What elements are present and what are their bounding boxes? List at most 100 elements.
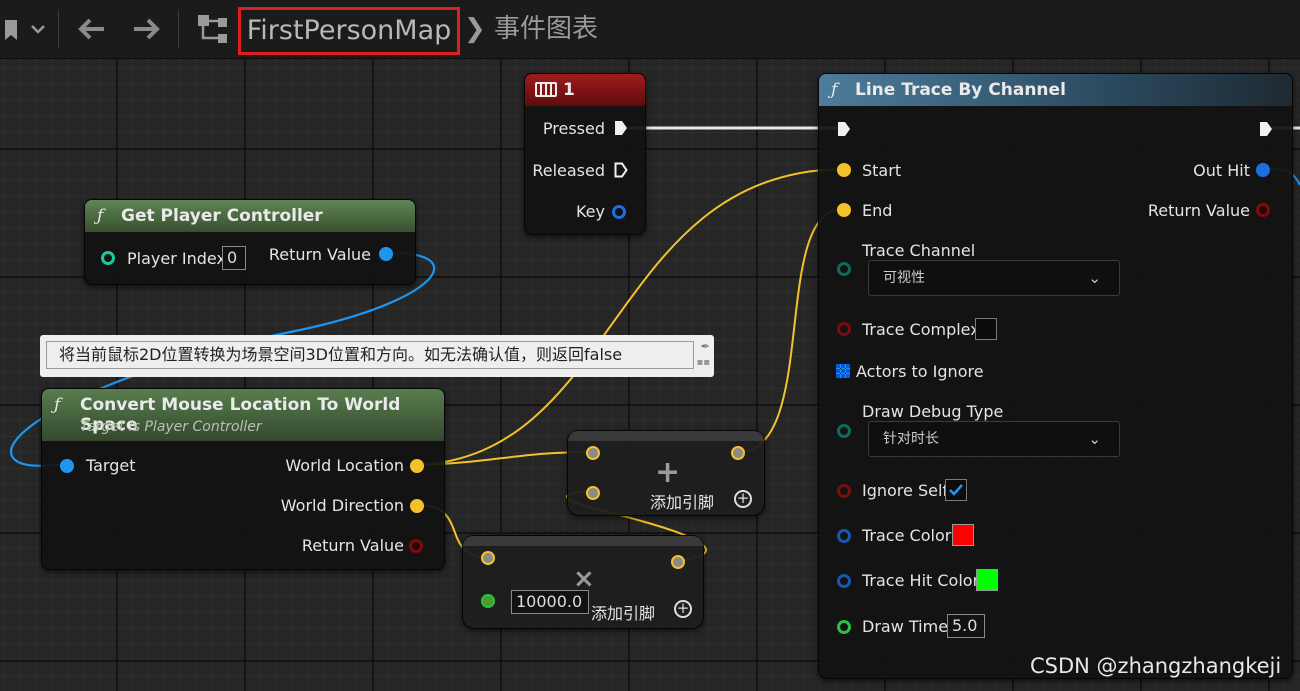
- released-exec-pin[interactable]: [614, 162, 628, 178]
- add-pin-plus-icon[interactable]: +: [734, 490, 752, 508]
- watermark: CSDN @zhangzhangkeji: [1030, 654, 1282, 678]
- hierarchy-icon[interactable]: [196, 0, 232, 79]
- pin-label-draw-debug-type: Draw Debug Type: [862, 402, 1004, 421]
- back-arrow-icon[interactable]: [74, 0, 108, 79]
- pin-icon[interactable]: ✒: [701, 340, 710, 353]
- draw-debug-type-dropdown[interactable]: 针对时长 ⌄: [868, 421, 1120, 457]
- tooltip-text: 将当前鼠标2D位置转换为场景空间3D位置和方向。如无法确认值，则返回false: [46, 341, 694, 369]
- ignore-self-pin[interactable]: [837, 484, 851, 498]
- forward-arrow-icon[interactable]: [130, 0, 164, 79]
- pin-label-key: Key: [575, 202, 605, 221]
- multiply-vector-node[interactable]: × 10000.0 添加引脚 +: [462, 535, 704, 629]
- pin-label-return-value: Return Value: [301, 536, 404, 555]
- add-pin-label[interactable]: 添加引脚: [650, 489, 714, 513]
- pin-label-end: End: [862, 201, 893, 220]
- keyboard-icon: [535, 82, 557, 97]
- key-output-pin[interactable]: [612, 205, 626, 219]
- convert-mouse-location-subtitle: Target is Player Controller: [80, 419, 262, 435]
- world-location-output-pin[interactable]: [410, 459, 424, 473]
- player-index-pin[interactable]: [101, 251, 115, 265]
- toolbar-divider: [178, 10, 179, 48]
- array-grid-icon: [836, 364, 850, 378]
- function-tooltip: 将当前鼠标2D位置转换为场景空间3D位置和方向。如无法确认值，则返回false …: [40, 335, 714, 377]
- checkmark-icon: [949, 484, 963, 496]
- breadcrumb-first-person-map[interactable]: FirstPersonMap: [238, 7, 460, 55]
- convert-mouse-location-node[interactable]: ƒ Convert Mouse Location To World Space …: [41, 388, 445, 570]
- chevron-down-icon: ⌄: [1088, 430, 1101, 448]
- pin-label-trace-complex: Trace Complex: [862, 320, 980, 339]
- add-operator-icon: +: [655, 455, 681, 490]
- pin-label-trace-color: Trace Color: [862, 526, 952, 545]
- trace-channel-pin[interactable]: [837, 262, 851, 276]
- add-output-pin[interactable]: [731, 446, 745, 460]
- breadcrumb-event-graph[interactable]: 事件图表: [494, 0, 598, 58]
- multiply-value-input[interactable]: 10000.0: [511, 590, 589, 614]
- return-value-output-pin[interactable]: [1256, 203, 1270, 217]
- draw-time-pin[interactable]: [837, 620, 851, 634]
- pin-label-pressed: Pressed: [542, 119, 605, 138]
- pin-label-return-value: Return Value: [268, 245, 371, 264]
- draw-debug-type-pin[interactable]: [837, 424, 851, 438]
- out-hit-output-pin[interactable]: [1256, 163, 1270, 177]
- multiply-input-a-pin[interactable]: [481, 551, 495, 565]
- end-input-pin[interactable]: [837, 203, 851, 217]
- target-input-pin[interactable]: [60, 459, 74, 473]
- add-input-a-pin[interactable]: [586, 446, 600, 460]
- more-icon[interactable]: ▪▪: [696, 357, 710, 368]
- breadcrumb-separator-icon: ❯: [464, 14, 486, 44]
- function-icon: ƒ: [831, 80, 838, 100]
- player-index-input[interactable]: 0: [222, 246, 246, 270]
- pin-label-actors-to-ignore: Actors to Ignore: [856, 362, 984, 381]
- pin-label-out-hit: Out Hit: [1193, 161, 1250, 180]
- draw-debug-type-value: 针对时长: [883, 431, 939, 447]
- line-trace-header: ƒ Line Trace By Channel: [819, 74, 1292, 106]
- trace-hit-color-swatch[interactable]: [976, 569, 998, 591]
- get-player-controller-header: ƒ Get Player Controller: [85, 200, 415, 232]
- ignore-self-checkbox[interactable]: [945, 479, 967, 501]
- trace-color-pin[interactable]: [837, 529, 851, 543]
- exec-input-pin[interactable]: [837, 121, 851, 137]
- trace-hit-color-pin[interactable]: [837, 574, 851, 588]
- get-player-controller-title: Get Player Controller: [121, 206, 323, 226]
- pin-label-draw-time: Draw Time: [862, 617, 949, 636]
- key-event-header: 1: [525, 74, 645, 106]
- convert-mouse-location-header: ƒ Convert Mouse Location To World Space …: [42, 389, 444, 441]
- function-icon: ƒ: [54, 395, 61, 415]
- get-player-controller-node[interactable]: ƒ Get Player Controller Player Index 0 R…: [84, 199, 416, 285]
- multiply-add-pin-label[interactable]: 添加引脚: [591, 600, 655, 624]
- player-controller-output-pin[interactable]: [379, 247, 393, 261]
- trace-color-swatch[interactable]: [952, 524, 974, 546]
- pin-label-released: Released: [532, 161, 605, 180]
- exec-output-pin[interactable]: [1259, 121, 1273, 137]
- trace-complex-checkbox[interactable]: [975, 318, 997, 340]
- chevron-down-icon[interactable]: [28, 0, 48, 79]
- trace-complex-pin[interactable]: [837, 322, 851, 336]
- function-icon: ƒ: [97, 206, 104, 226]
- key-event-title: 1: [563, 80, 575, 100]
- add-input-b-pin[interactable]: [586, 486, 600, 500]
- line-trace-title: Line Trace By Channel: [855, 80, 1066, 100]
- draw-time-input[interactable]: 5.0: [947, 614, 985, 638]
- world-direction-output-pin[interactable]: [410, 499, 424, 513]
- pin-label-player-index: Player Index: [127, 249, 226, 268]
- pin-label-trace-channel: Trace Channel: [862, 241, 976, 260]
- pin-label-target: Target: [86, 456, 136, 475]
- multiply-add-pin-plus-icon[interactable]: +: [674, 600, 692, 618]
- pin-label-ignore-self: Ignore Self: [862, 481, 949, 500]
- add-vector-node[interactable]: + 添加引脚 +: [567, 430, 765, 516]
- return-value-output-pin[interactable]: [409, 539, 423, 553]
- pin-label-world-direction: World Direction: [280, 496, 404, 515]
- line-trace-by-channel-node[interactable]: ƒ Line Trace By Channel Start Out Hit En…: [818, 73, 1293, 679]
- pressed-exec-pin[interactable]: [614, 120, 628, 136]
- trace-channel-dropdown[interactable]: 可视性 ⌄: [868, 260, 1120, 296]
- start-input-pin[interactable]: [837, 163, 851, 177]
- multiply-input-b-pin[interactable]: [481, 594, 495, 608]
- pin-label-trace-hit-color: Trace Hit Color: [862, 571, 980, 590]
- multiply-output-pin[interactable]: [671, 555, 685, 569]
- key-event-node[interactable]: 1 Pressed Released Key: [524, 73, 646, 235]
- pin-label-return-value: Return Value: [1147, 201, 1250, 220]
- bookmark-icon[interactable]: [2, 0, 22, 79]
- graph-toolbar: FirstPersonMap ❯ 事件图表: [0, 0, 1300, 59]
- pin-label-world-location: World Location: [285, 456, 404, 475]
- chevron-down-icon: ⌄: [1088, 269, 1101, 287]
